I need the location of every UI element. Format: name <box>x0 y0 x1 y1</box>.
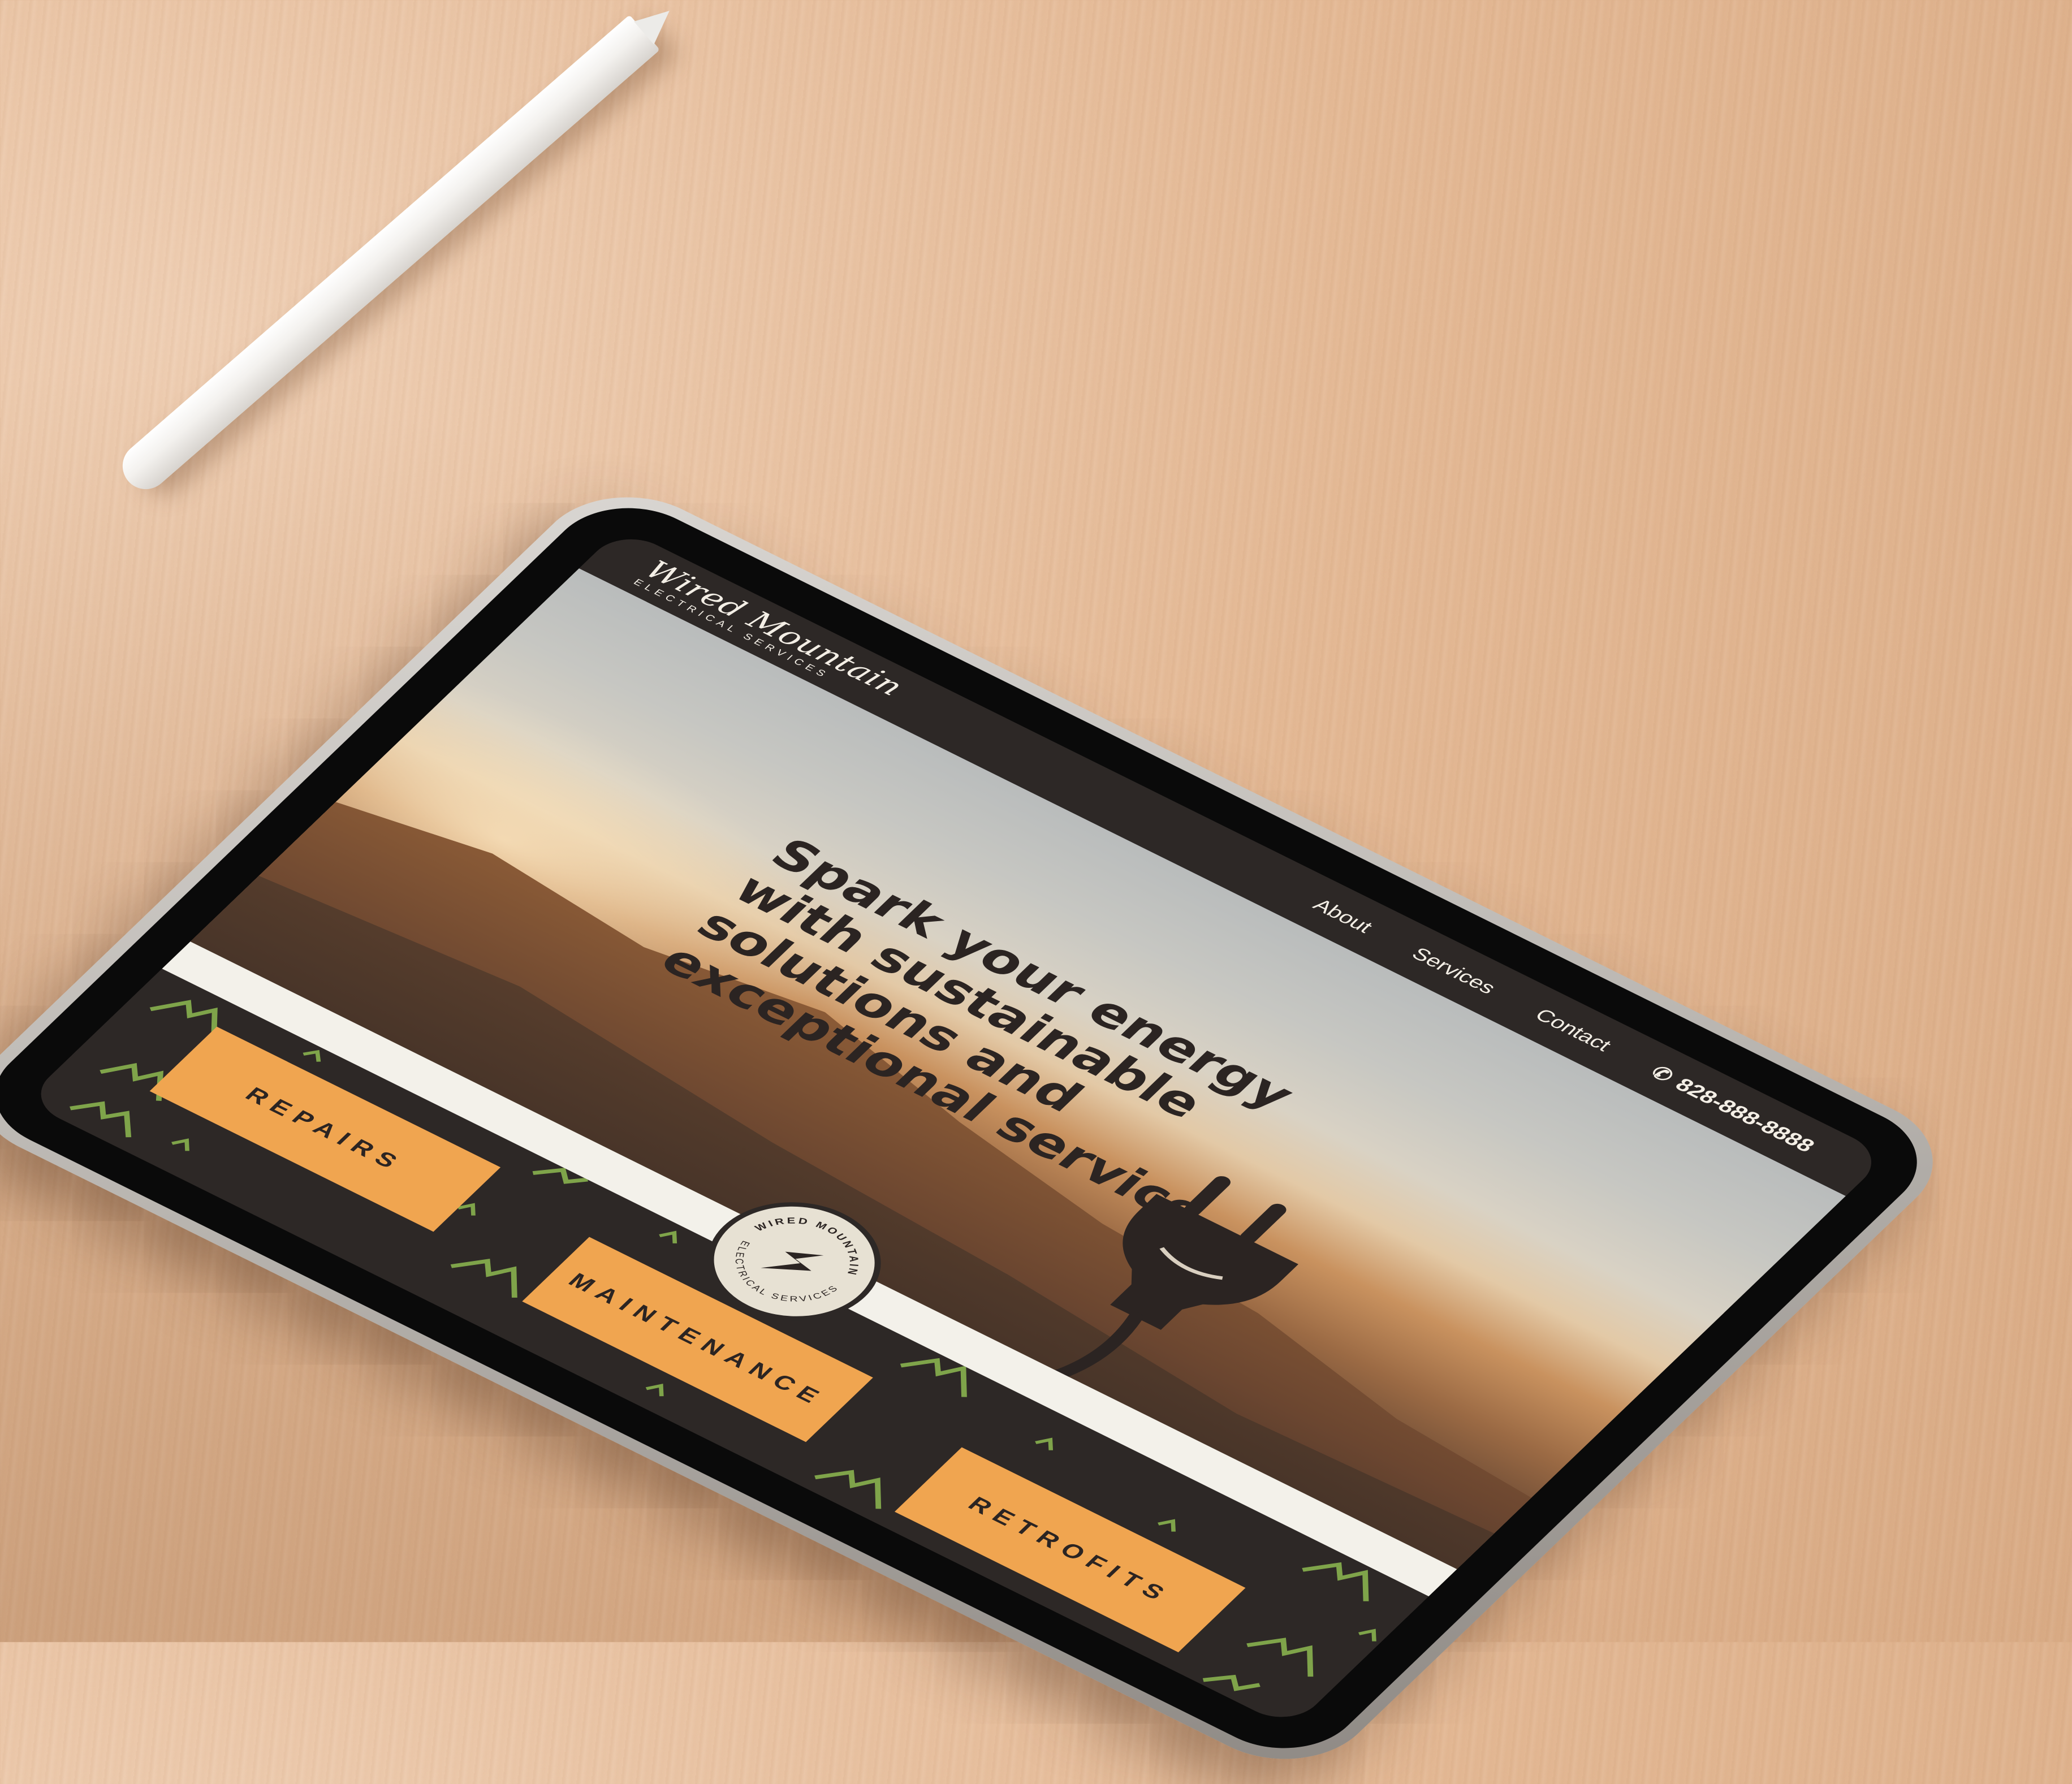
tablet-bezel: Wired Mountain ELECTRICAL SERVICES About… <box>0 486 1949 1770</box>
lightning-icon <box>761 1251 824 1271</box>
nav-about[interactable]: About <box>1309 895 1377 936</box>
tablet-screen: Wired Mountain ELECTRICAL SERVICES About… <box>24 528 1888 1729</box>
tablet: Wired Mountain ELECTRICAL SERVICES About… <box>0 472 1969 1784</box>
phone-icon: ✆ <box>1646 1062 1678 1086</box>
tablet-device: Wired Mountain ELECTRICAL SERVICES About… <box>0 0 2072 1784</box>
